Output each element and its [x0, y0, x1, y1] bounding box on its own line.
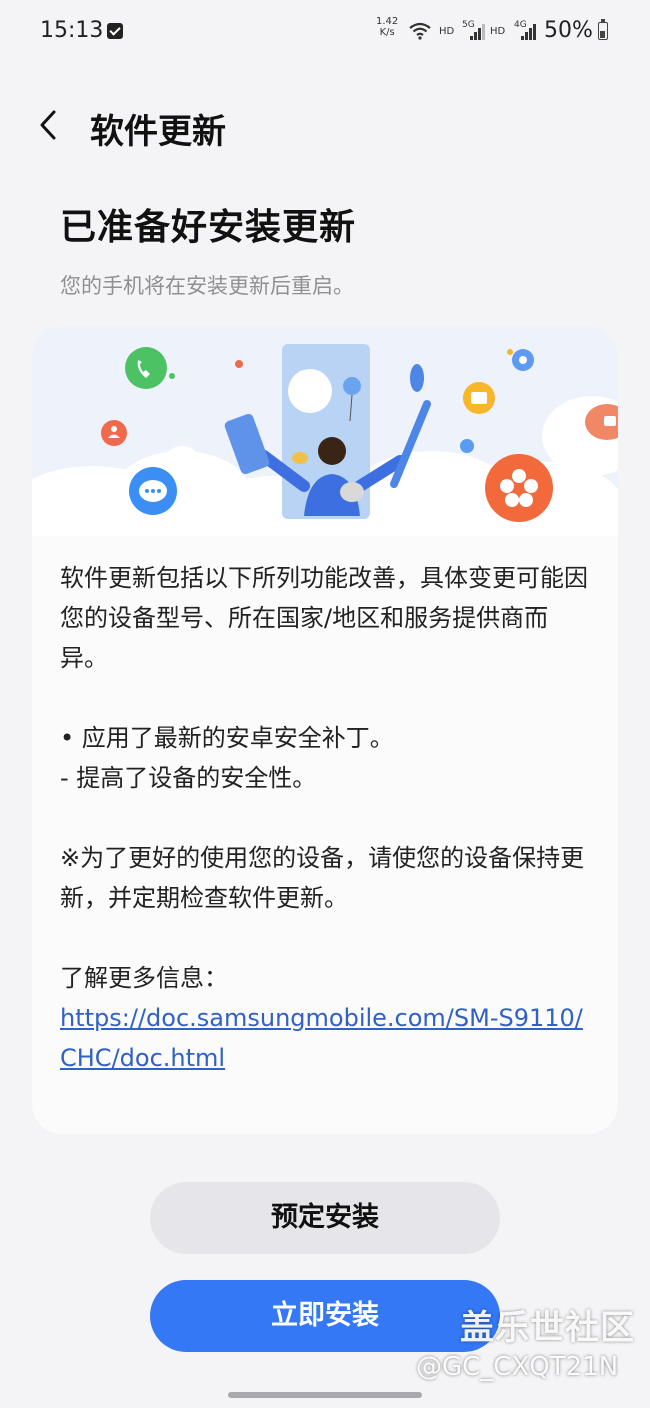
network-speed: 1.42 K/s [376, 16, 398, 38]
update-sub-bullet: - 提高了设备的安全性。 [60, 764, 317, 792]
sim2-hd-label: HD [490, 26, 506, 37]
signal-icon [521, 24, 537, 40]
watermark-brand: 盖乐世社区 [460, 1308, 635, 1348]
battery-level: 50% [544, 18, 593, 43]
install-now-button[interactable]: 立即安装 [150, 1280, 500, 1352]
update-details-card: 软件更新包括以下所列功能改善，具体变更可能因您的设备型号、所在国家/地区和服务提… [32, 326, 618, 1134]
update-heading: 已准备好安装更新 [60, 207, 357, 248]
folder-icon [463, 382, 495, 414]
update-notes: 软件更新包括以下所列功能改善，具体变更可能因您的设备型号、所在国家/地区和服务提… [60, 558, 590, 1078]
network-speed-unit: K/s [379, 27, 395, 38]
update-illustration [32, 326, 618, 536]
update-note: ※为了更好的使用您的设备，请使您的设备保持更新，并定期检查软件更新。 [60, 844, 585, 912]
settings-icon [512, 349, 534, 371]
status-bar: 15:13 1.42 K/s HD 5G HD 4G 50% [0, 0, 650, 64]
check-icon [107, 23, 123, 39]
network-speed-value: 1.42 [376, 16, 399, 27]
update-bullet: • 应用了最新的安卓安全补丁。 [60, 724, 394, 752]
flower-icon [485, 454, 553, 522]
back-button[interactable] [30, 100, 70, 150]
more-info-link[interactable]: https://doc.samsungmobile.com/SM-S9110/C… [60, 1004, 583, 1072]
page-title: 软件更新 [90, 112, 226, 152]
person-icon [101, 420, 127, 446]
signal-icon [470, 24, 486, 40]
schedule-install-button[interactable]: 预定安装 [150, 1182, 500, 1254]
update-intro-text: 软件更新包括以下所列功能改善，具体变更可能因您的设备型号、所在国家/地区和服务提… [60, 564, 588, 672]
battery-icon [598, 19, 608, 40]
update-subheading: 您的手机将在安装更新后重启。 [60, 274, 354, 298]
phone-icon [125, 347, 167, 389]
wifi-hd-label: HD [439, 26, 455, 37]
wifi-icon [409, 22, 431, 40]
watermark-user: @GC_CXQT21N [416, 1352, 619, 1382]
more-info-label: 了解更多信息： [60, 964, 228, 992]
status-time: 15:13 [40, 18, 104, 43]
navigation-handle[interactable] [228, 1392, 422, 1398]
back-chevron-icon [40, 110, 56, 140]
